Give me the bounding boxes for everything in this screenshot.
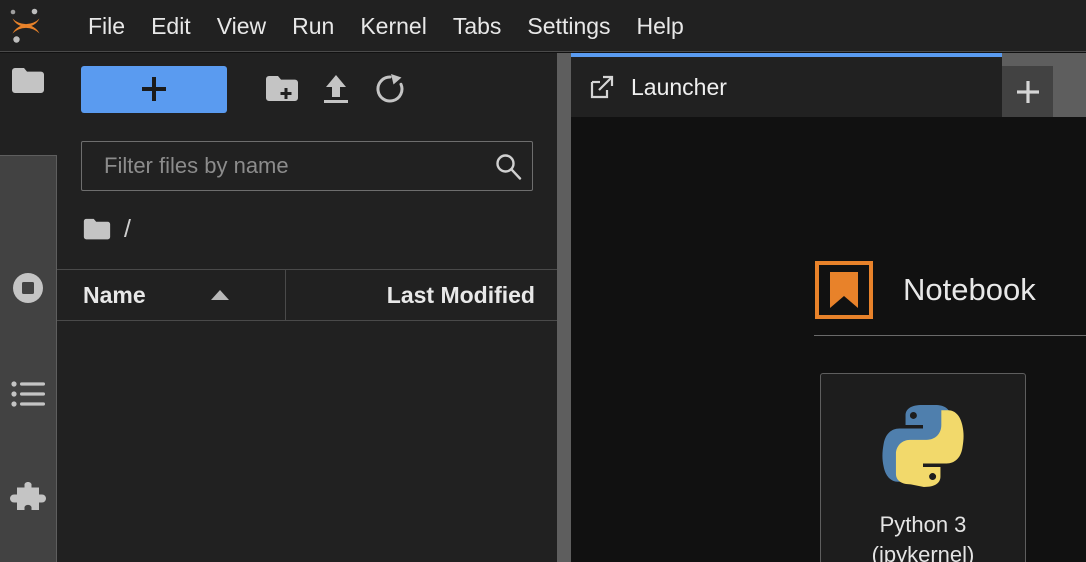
- column-header-last-modified-label: Last Modified: [386, 281, 535, 308]
- filter-files-field[interactable]: [81, 141, 533, 191]
- column-header-name[interactable]: Name: [57, 270, 286, 320]
- sidebar-item-running[interactable]: [0, 260, 56, 316]
- upload-icon: [324, 75, 348, 103]
- menu-bar: File Edit View Run Kernel Tabs Settings …: [0, 0, 1086, 52]
- breadcrumb: /: [81, 205, 533, 253]
- menu-items: File Edit View Run Kernel Tabs Settings …: [75, 0, 697, 52]
- section-divider: [814, 335, 1086, 336]
- new-folder-button[interactable]: [255, 66, 309, 113]
- refresh-file-list-button[interactable]: [363, 66, 417, 113]
- search-icon[interactable]: [484, 142, 532, 190]
- left-sidebar-rail: [0, 53, 57, 562]
- jupyter-logo-glyph: [10, 8, 40, 43]
- new-launcher-button[interactable]: [81, 65, 227, 113]
- menu-file[interactable]: File: [75, 0, 138, 52]
- running-terminals-icon: [13, 273, 43, 303]
- launcher-panel: Notebook Python 3 (ipykernel): [571, 117, 1086, 562]
- command-palette-icon: [11, 381, 45, 407]
- tab-launcher-label: Launcher: [631, 73, 727, 100]
- extension-manager-icon: [10, 482, 46, 510]
- main-dock-area: Launcher Notebook Python 3 (ipykernel): [571, 53, 1086, 562]
- sidebar-item-commands[interactable]: [0, 366, 56, 422]
- panel-splitter-handle[interactable]: [557, 53, 571, 562]
- file-list-header: Name Last Modified: [57, 269, 557, 321]
- file-browser-panel: / Name Last Modified: [57, 53, 557, 562]
- search-input[interactable]: [82, 153, 484, 179]
- launcher-section-title: Notebook: [903, 272, 1036, 307]
- external-link-icon: [587, 72, 617, 102]
- breadcrumb-separator[interactable]: /: [124, 215, 131, 244]
- launcher-card-python3[interactable]: Python 3 (ipykernel): [820, 373, 1026, 562]
- notebook-bookmark-icon: [815, 261, 873, 319]
- sidebar-item-extensions[interactable]: [0, 472, 56, 528]
- sort-ascending-icon: [209, 288, 231, 302]
- menu-settings[interactable]: Settings: [514, 0, 623, 52]
- upload-files-button[interactable]: [309, 66, 363, 113]
- menu-help[interactable]: Help: [624, 0, 697, 52]
- launcher-card-python3-line2: (ipykernel): [871, 542, 975, 562]
- launcher-section-notebook-header: Notebook: [815, 261, 1036, 319]
- menu-kernel[interactable]: Kernel: [347, 0, 439, 52]
- menu-edit[interactable]: Edit: [138, 0, 204, 52]
- plus-icon: [142, 77, 166, 101]
- new-folder-icon: [266, 76, 298, 101]
- sidebar-item-file-browser[interactable]: [0, 53, 56, 109]
- file-browser-toolbar: [57, 53, 557, 125]
- breadcrumb-home-icon[interactable]: [81, 213, 113, 245]
- jupyterlab-window: File Edit View Run Kernel Tabs Settings …: [0, 0, 1086, 562]
- python-logo-icon: [873, 396, 973, 496]
- folder-icon: [83, 218, 111, 239]
- refresh-icon: [376, 74, 404, 103]
- column-header-name-label: Name: [83, 281, 146, 308]
- jupyter-logo: [0, 0, 52, 52]
- launcher-card-python3-line1: Python 3: [879, 512, 967, 537]
- menu-view[interactable]: View: [204, 0, 279, 52]
- launcher-card-python3-label: Python 3 (ipykernel): [872, 510, 975, 562]
- tab-bar: Launcher: [571, 53, 1086, 117]
- plus-icon: [1016, 80, 1039, 103]
- left-sidebar-rail-lower: [0, 155, 57, 562]
- folder-icon: [12, 68, 44, 93]
- column-header-last-modified[interactable]: Last Modified: [286, 270, 557, 320]
- menu-run[interactable]: Run: [279, 0, 347, 52]
- menu-tabs[interactable]: Tabs: [440, 0, 515, 52]
- file-list[interactable]: [57, 322, 557, 562]
- tab-launcher[interactable]: Launcher: [571, 53, 1002, 117]
- add-tab-button[interactable]: [1002, 66, 1053, 117]
